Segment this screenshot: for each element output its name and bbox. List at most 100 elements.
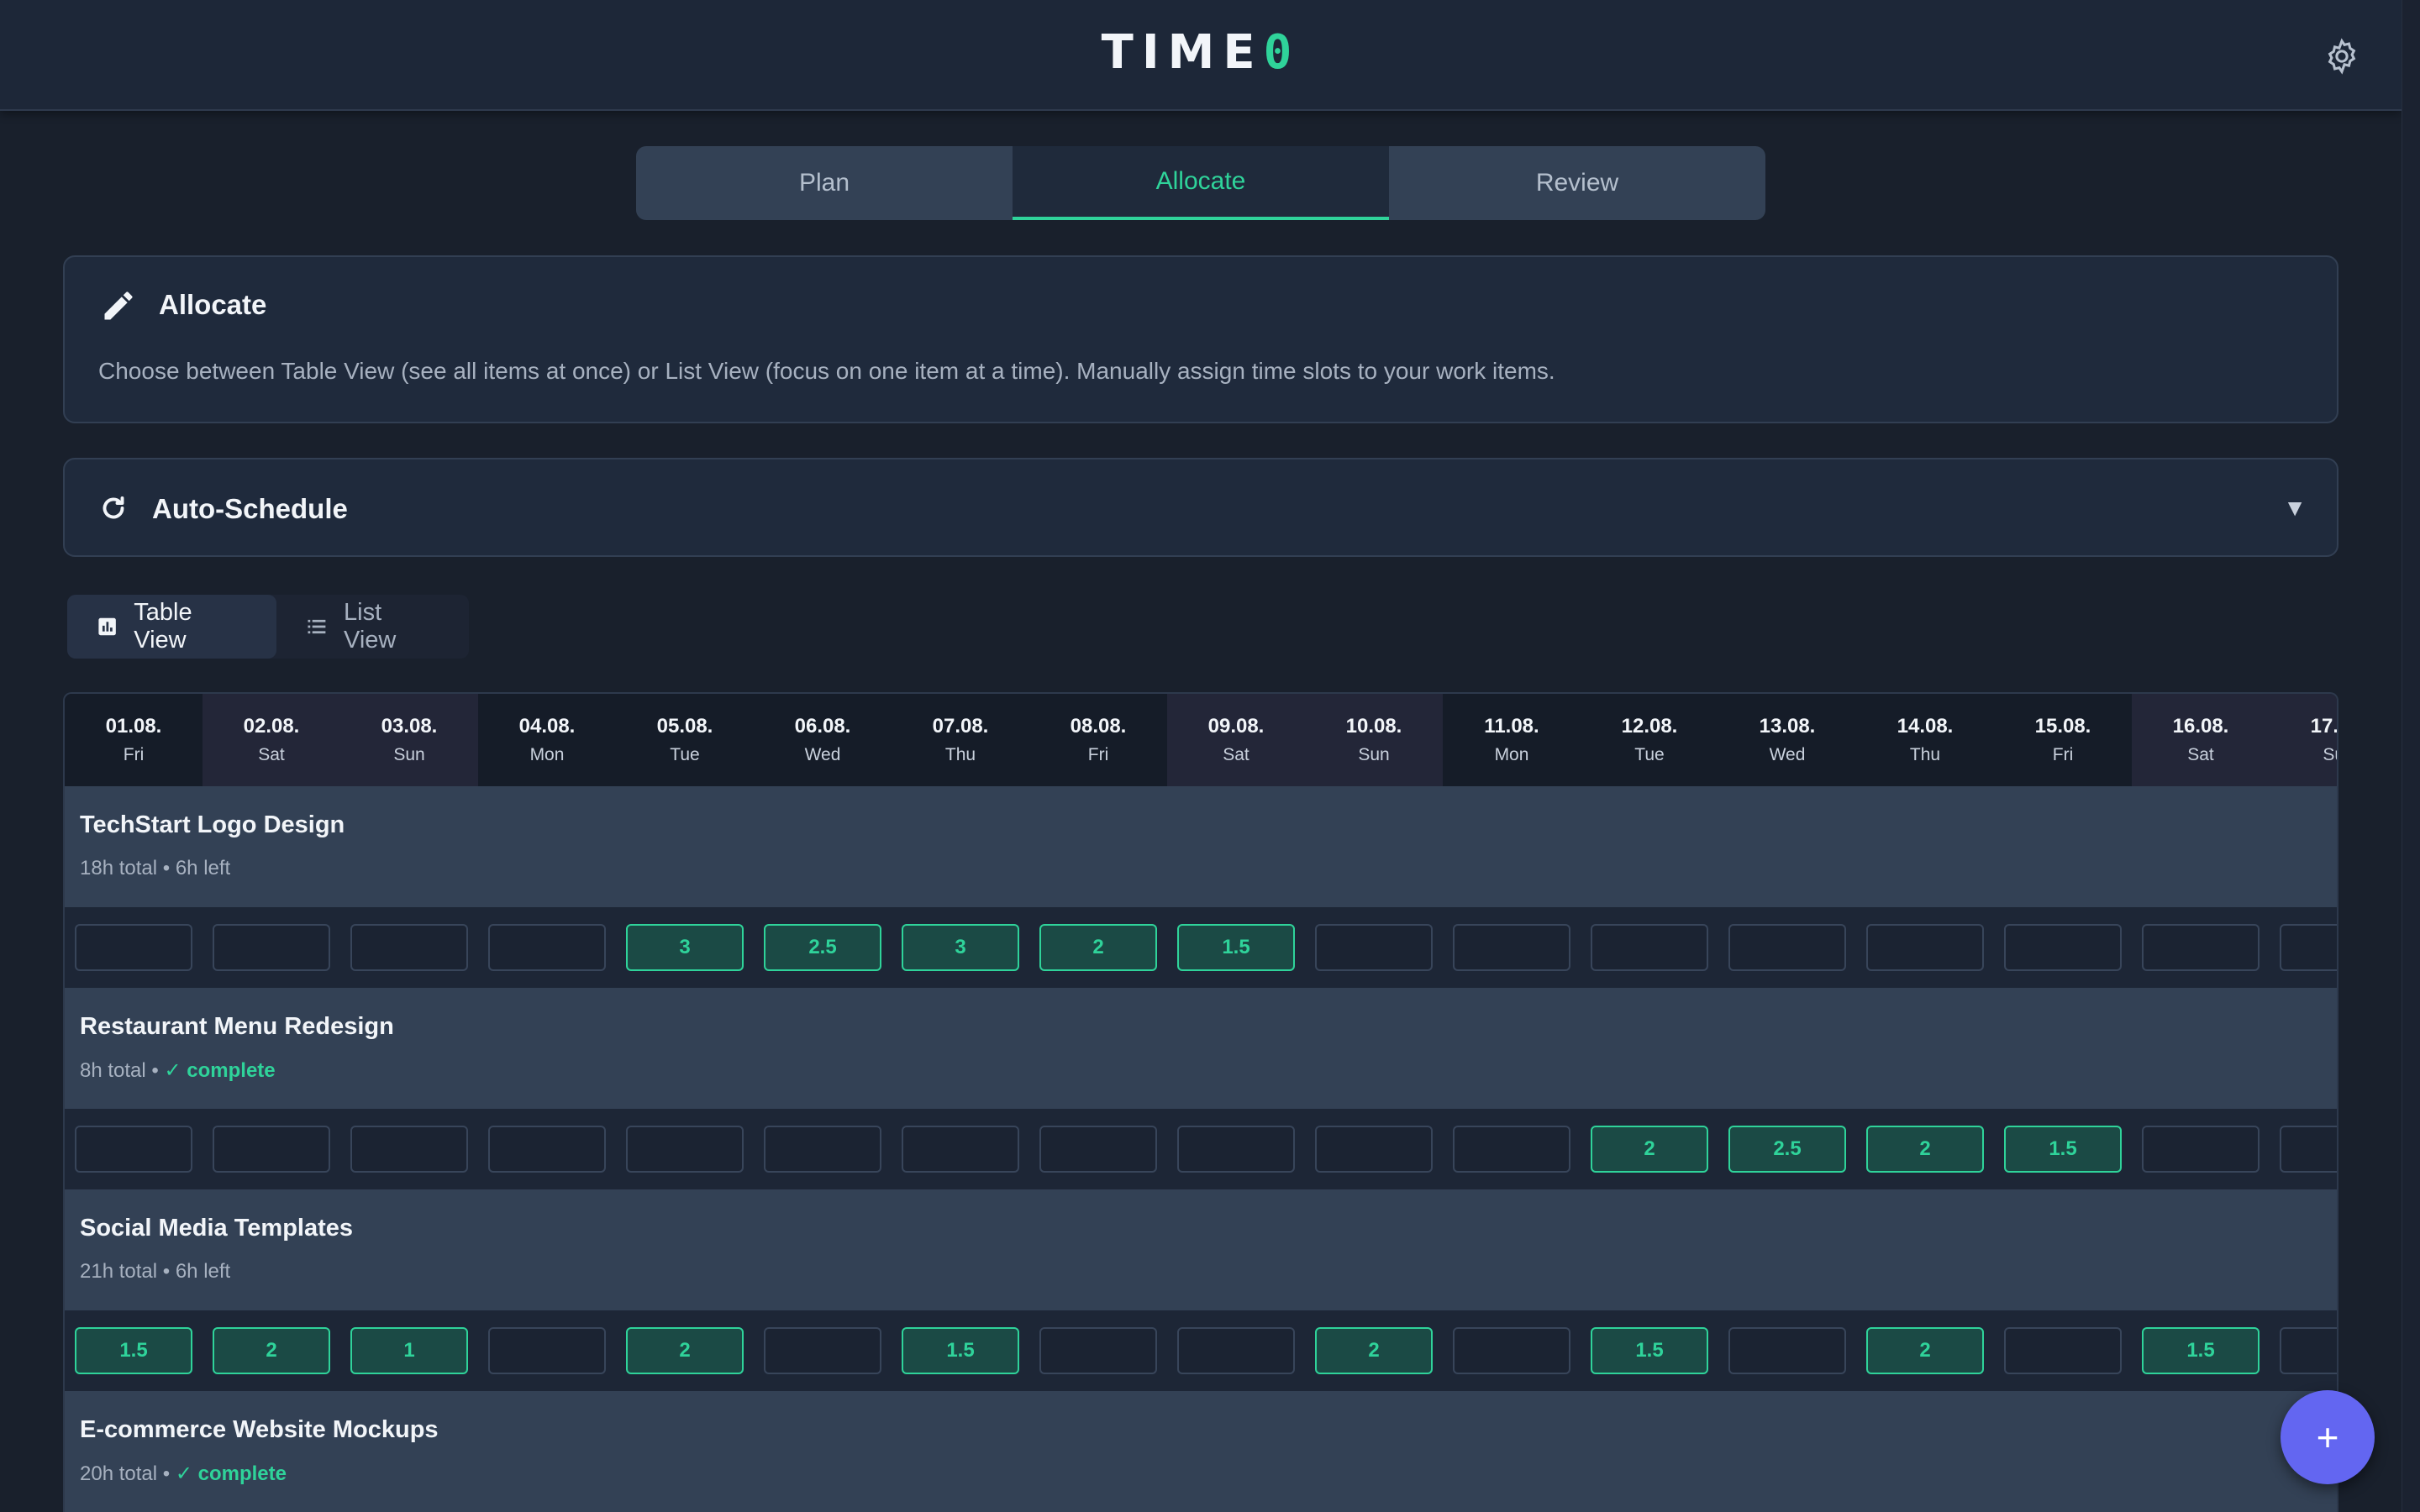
time-slot-input[interactable] xyxy=(488,1126,606,1173)
time-slot-input[interactable] xyxy=(1039,1126,1157,1173)
time-slot-input[interactable] xyxy=(2004,924,2122,971)
gear-icon[interactable] xyxy=(2323,37,2361,76)
time-slot-input[interactable]: 2 xyxy=(1866,1327,1984,1374)
work-item-status: ✓ complete xyxy=(175,1462,287,1485)
time-slot-input[interactable] xyxy=(350,924,468,971)
time-slot-input[interactable] xyxy=(488,1327,606,1374)
time-slot-input[interactable] xyxy=(1039,1327,1157,1374)
time-slot-input[interactable] xyxy=(1453,1327,1570,1374)
refresh-icon xyxy=(103,496,124,519)
time-slot-input[interactable]: 2 xyxy=(1866,1126,1984,1173)
allocate-info-card: Allocate Choose between Table View (see … xyxy=(63,255,2338,423)
scrollbar[interactable] xyxy=(2402,0,2420,1512)
time-slot-input[interactable] xyxy=(350,1126,468,1173)
time-slot-input[interactable] xyxy=(1315,1126,1433,1173)
time-slot-input[interactable] xyxy=(764,1126,881,1173)
time-slot-input[interactable] xyxy=(488,924,606,971)
time-slot-input[interactable]: 2 xyxy=(626,1327,744,1374)
time-slot-input[interactable] xyxy=(2004,1327,2122,1374)
day-date: 14.08. xyxy=(1897,715,1954,738)
time-slot-input[interactable] xyxy=(2142,1126,2260,1173)
time-slot-input[interactable]: 3 xyxy=(626,924,744,971)
time-slot-input[interactable]: 2.5 xyxy=(764,924,881,971)
time-slot-input[interactable]: 1.5 xyxy=(902,1327,1019,1374)
work-item-header[interactable]: TechStart Logo Design 18h total • 6h left xyxy=(65,786,2337,907)
separator: • xyxy=(157,1462,176,1485)
time-slot-input[interactable] xyxy=(2142,924,2260,971)
time-slot-input[interactable]: 1.5 xyxy=(1177,924,1295,971)
work-item-total: 20h total xyxy=(80,1462,158,1485)
day-weekday: Tue xyxy=(1634,745,1665,764)
time-slot-input[interactable]: 1.5 xyxy=(2004,1126,2122,1173)
day-date: 05.08. xyxy=(656,715,713,738)
day-weekday: Thu xyxy=(1909,745,1941,764)
day-header: 04.08. Mon xyxy=(478,694,616,786)
time-slot-input[interactable]: 1.5 xyxy=(2142,1327,2260,1374)
work-item-name: Restaurant Menu Redesign xyxy=(80,1013,394,1040)
day-date: 10.08. xyxy=(1345,715,1402,738)
day-date: 07.08. xyxy=(932,715,989,738)
time-slot-input[interactable] xyxy=(1453,924,1570,971)
day-date: 01.08. xyxy=(105,715,162,738)
work-item-header[interactable]: Restaurant Menu Redesign 8h total • ✓ com… xyxy=(65,988,2337,1109)
day-date: 16.08. xyxy=(2172,715,2229,738)
tab-bar: Plan Allocate Review xyxy=(636,146,1765,220)
list-view-button[interactable]: List View xyxy=(276,595,469,659)
view-toggle: Table View List View xyxy=(67,595,469,659)
time-slot-input[interactable] xyxy=(1728,924,1846,971)
tab-plan[interactable]: Plan xyxy=(636,146,1013,220)
time-slot-input[interactable] xyxy=(1866,924,1984,971)
time-slot-input[interactable] xyxy=(1591,924,1708,971)
work-item-header[interactable]: E-commerce Website Mockups 20h total • ✓ … xyxy=(65,1391,2337,1512)
work-item-total: 21h total xyxy=(80,1260,158,1283)
time-slot-input[interactable] xyxy=(1177,1327,1295,1374)
time-slot-input[interactable]: 3 xyxy=(902,924,1019,971)
time-slot-input[interactable] xyxy=(2280,1126,2337,1173)
work-item-header[interactable]: Social Media Templates 21h total • 6h lef… xyxy=(65,1189,2337,1310)
time-slot-input[interactable]: 1 xyxy=(350,1327,468,1374)
day-weekday: Fri xyxy=(1087,745,1109,764)
time-slot-input[interactable] xyxy=(213,1126,330,1173)
day-date: 11.08. xyxy=(1484,715,1539,738)
app-logo: TIME0 xyxy=(1101,25,1301,80)
allocate-title: Allocate xyxy=(159,289,267,320)
time-slot-input[interactable] xyxy=(75,1126,192,1173)
day-date: 13.08. xyxy=(1759,715,1816,738)
time-slot-input[interactable] xyxy=(1315,924,1433,971)
slot-row: 2 2.5 2 1.5 xyxy=(65,1109,2337,1189)
table-view-button[interactable]: Table View xyxy=(67,595,277,659)
chevron-down-icon[interactable]: ▼ xyxy=(2283,495,2307,522)
time-slot-input[interactable]: 2 xyxy=(213,1327,330,1374)
tab-review[interactable]: Review xyxy=(1389,146,1765,220)
time-slot-input[interactable] xyxy=(75,924,192,971)
add-button[interactable]: + xyxy=(2281,1390,2375,1484)
time-slot-input[interactable]: 1.5 xyxy=(1591,1327,1708,1374)
time-slot-input[interactable] xyxy=(2280,924,2337,971)
time-slot-input[interactable] xyxy=(213,924,330,971)
day-header: 03.08. Sun xyxy=(340,694,478,786)
time-slot-input[interactable] xyxy=(1453,1126,1570,1173)
time-slot-input[interactable] xyxy=(2280,1327,2337,1374)
tab-allocate[interactable]: Allocate xyxy=(1013,146,1389,220)
day-header: 09.08. Sat xyxy=(1167,694,1305,786)
day-date: 17.08. xyxy=(2310,715,2338,738)
time-slot-input[interactable]: 2 xyxy=(1591,1126,1708,1173)
day-date: 15.08. xyxy=(2034,715,2091,738)
time-slot-input[interactable] xyxy=(626,1126,744,1173)
day-header: 12.08. Tue xyxy=(1581,694,1718,786)
auto-schedule-panel[interactable]: Auto-Schedule ▼ xyxy=(63,458,2338,557)
time-slot-input[interactable] xyxy=(764,1327,881,1374)
pencil-icon xyxy=(104,291,133,320)
day-date: 03.08. xyxy=(381,715,438,738)
separator: • xyxy=(157,1260,176,1283)
auto-schedule-title: Auto-Schedule xyxy=(152,493,348,524)
day-date: 12.08. xyxy=(1621,715,1678,738)
time-slot-input[interactable]: 2 xyxy=(1315,1327,1433,1374)
time-slot-input[interactable]: 1.5 xyxy=(75,1327,192,1374)
slot-row: 3 2.5 3 2 1.5 xyxy=(65,907,2337,988)
time-slot-input[interactable] xyxy=(1728,1327,1846,1374)
time-slot-input[interactable] xyxy=(1177,1126,1295,1173)
time-slot-input[interactable]: 2 xyxy=(1039,924,1157,971)
time-slot-input[interactable] xyxy=(902,1126,1019,1173)
time-slot-input[interactable]: 2.5 xyxy=(1728,1126,1846,1173)
